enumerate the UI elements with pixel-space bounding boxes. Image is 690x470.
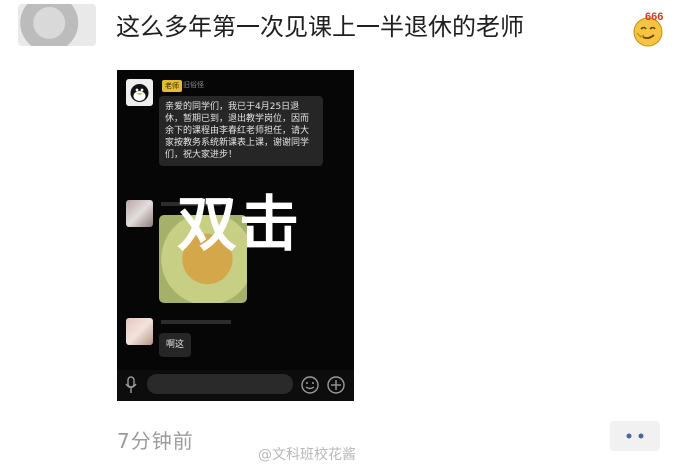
plus-icon[interactable] <box>326 375 346 395</box>
sender-name: 旧俗怪 <box>183 81 204 89</box>
role-tag: 老师 <box>162 80 182 92</box>
post-text: 这么多年第一次见课上一半退休的老师 <box>116 13 524 41</box>
chat-screenshot: 老师 旧俗怪 亲爱的同学们，我已于4月25日退休，暂期已到，退出教学岗位，因而余… <box>117 70 354 401</box>
avatar <box>126 318 153 345</box>
avatar <box>126 79 153 106</box>
emoji-badge: 666 <box>645 11 664 23</box>
emoji-icon[interactable] <box>300 375 320 395</box>
double-tap-overlay: 双击 <box>177 190 301 260</box>
avatar[interactable] <box>18 4 96 46</box>
voice-icon[interactable] <box>125 376 137 394</box>
blurred-name <box>161 320 231 324</box>
more-button[interactable] <box>610 421 660 451</box>
announcement-bubble: 亲爱的同学们，我已于4月25日退休，暂期已到，退出教学岗位，因而余下的课程由李春… <box>159 96 323 166</box>
message-input[interactable] <box>147 374 293 394</box>
post-time: 7分钟前 <box>117 429 194 453</box>
more-icon <box>626 433 644 439</box>
reply-bubble: 啊这 <box>159 333 192 357</box>
avatar <box>126 200 153 227</box>
watermark: @文科班校花酱 <box>258 447 356 463</box>
